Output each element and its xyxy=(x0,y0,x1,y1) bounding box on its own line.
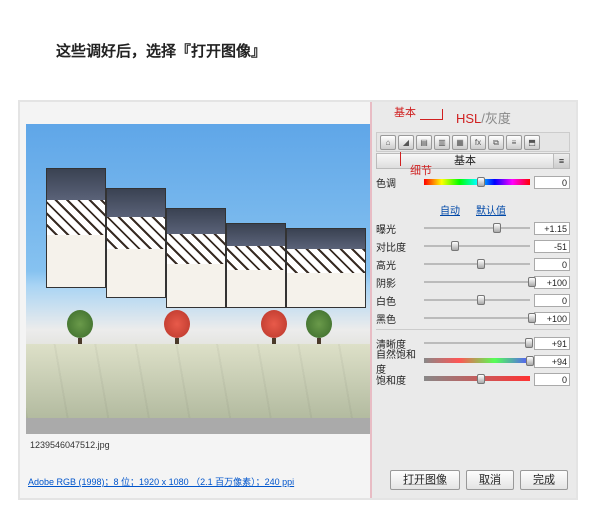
slider-label: 白色 xyxy=(376,293,424,308)
slider-value[interactable]: 0 xyxy=(534,294,570,307)
default-link[interactable]: 默认值 xyxy=(476,202,506,217)
panel-tab-icons: ⌂ ◢ ▤ ▥ ▦ fx ⧉ ≡ ⬒ xyxy=(376,132,570,152)
tab-presets-icon[interactable]: ≡ xyxy=(506,135,522,150)
slider-track[interactable] xyxy=(424,275,530,289)
slider-track[interactable] xyxy=(424,293,530,307)
slider-track[interactable] xyxy=(424,221,530,235)
slider-value[interactable]: -51 xyxy=(534,240,570,253)
done-button[interactable]: 完成 xyxy=(520,470,568,490)
slider-row-3: 高光 0 xyxy=(376,255,570,273)
auto-link[interactable]: 自动 xyxy=(440,202,460,217)
camera-raw-dialog: 1239546047512.jpg Adobe RGB (1998)；8 位；1… xyxy=(18,100,578,500)
preview-filename: 1239546047512.jpg xyxy=(30,440,110,450)
panel-menu-icon[interactable]: ≡ xyxy=(553,154,569,168)
tab-fx-icon[interactable]: fx xyxy=(470,135,486,150)
slider-label: 阴影 xyxy=(376,275,424,290)
slider-track[interactable] xyxy=(424,354,530,368)
slider-label: 曝光 xyxy=(376,221,424,236)
slider-value[interactable]: +100 xyxy=(534,276,570,289)
open-image-button[interactable]: 打开图像 xyxy=(390,470,460,490)
slider-row-5: 白色 0 xyxy=(376,291,570,309)
slider-track[interactable] xyxy=(424,239,530,253)
slider-track[interactable] xyxy=(424,311,530,325)
slider-track[interactable] xyxy=(424,372,530,386)
slider-value[interactable]: +1.15 xyxy=(534,222,570,235)
slider-row-1: 曝光 +1.15 xyxy=(376,219,570,237)
slider-row-6: 黑色 +100 xyxy=(376,309,570,327)
slider-row-4: 阴影 +100 xyxy=(376,273,570,291)
tab-snap-icon[interactable]: ⬒ xyxy=(524,135,540,150)
slider-track[interactable] xyxy=(424,257,530,271)
slider-row-0: 色调 0 xyxy=(376,173,570,191)
slider-value[interactable]: 0 xyxy=(534,373,570,386)
photo-preview xyxy=(26,124,370,418)
slider-label: 饱和度 xyxy=(376,372,424,387)
slider-row-2: 对比度 -51 xyxy=(376,237,570,255)
tab-curve-icon[interactable]: ◢ xyxy=(398,135,414,150)
tab-detail-icon[interactable]: ▤ xyxy=(416,135,432,150)
slider-value[interactable]: +91 xyxy=(534,337,570,350)
slider-value[interactable]: 0 xyxy=(534,176,570,189)
slider-track[interactable] xyxy=(424,336,530,350)
dialog-buttons: 打开图像 取消 完成 xyxy=(390,470,568,490)
adjustments-panel: 基本 HSL/灰度 细节 ⌂ ◢ ▤ ▥ ▦ fx ⧉ ≡ ⬒ 基本 ≡ 色调0… xyxy=(370,102,576,498)
slider-track[interactable] xyxy=(424,175,530,189)
slider-label: 色调 xyxy=(376,175,424,190)
tab-hsl-icon[interactable]: ▥ xyxy=(434,135,450,150)
slider-label: 对比度 xyxy=(376,239,424,254)
tab-split-icon[interactable]: ▦ xyxy=(452,135,468,150)
page-caption: 这些调好后，选择『打开图像』 xyxy=(56,40,266,61)
slider-label: 高光 xyxy=(376,257,424,272)
slider-value[interactable]: +94 xyxy=(534,355,570,368)
annotation-hsl: HSL/灰度 xyxy=(456,108,511,127)
preview-pane[interactable] xyxy=(26,124,370,434)
slider-row-8: 自然饱和度+94 xyxy=(376,352,570,370)
annotation-basic: 基本 xyxy=(394,104,439,120)
filmstrip xyxy=(26,418,370,434)
profile-link[interactable]: Adobe RGB (1998)；8 位；1920 x 1080 （2.1 百万… xyxy=(28,475,294,488)
tab-basic-icon[interactable]: ⌂ xyxy=(380,135,396,150)
slider-value[interactable]: +100 xyxy=(534,312,570,325)
slider-label: 黑色 xyxy=(376,311,424,326)
slider-value[interactable]: 0 xyxy=(534,258,570,271)
panel-title: 基本 ≡ xyxy=(376,153,570,169)
tab-lens-icon[interactable]: ⧉ xyxy=(488,135,504,150)
slider-row-9: 饱和度 0 xyxy=(376,370,570,388)
cancel-button[interactable]: 取消 xyxy=(466,470,514,490)
